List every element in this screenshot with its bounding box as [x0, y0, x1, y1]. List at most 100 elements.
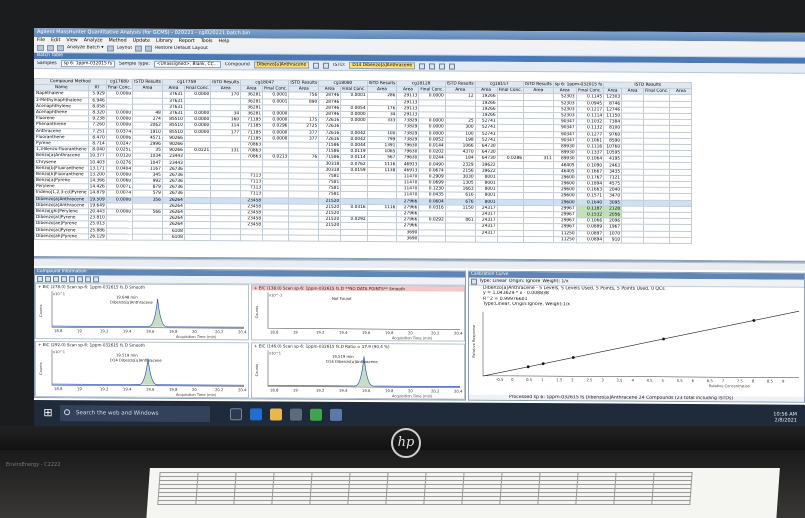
menu-item[interactable]: Method: [109, 37, 127, 44]
table-cell[interactable]: 11250: [553, 236, 577, 243]
eic-chart[interactable]: + EIC (146.0) Scan sp-6: 1ppm-032615 fs.…: [251, 342, 465, 400]
table-cell[interactable]: 13.171: [88, 165, 107, 172]
origin-select[interactable]: Origin: Ignore: [509, 279, 541, 285]
sample-type-select[interactable]: <Unassigned>, Blank, CC...: [153, 60, 221, 69]
table-cell[interactable]: 3690: [396, 235, 419, 242]
compound-name-cell[interactable]: Dibenzo[ah]Pyrene: [34, 233, 89, 240]
table-cell[interactable]: [643, 236, 670, 244]
menu-item[interactable]: View: [66, 37, 77, 44]
next-peak-icon[interactable]: [77, 275, 83, 282]
table-view-icon[interactable]: [419, 62, 426, 69]
group-header[interactable]: ISTD Results: [132, 79, 163, 86]
table-cell[interactable]: 10.377: [88, 153, 107, 160]
menu-item[interactable]: Edit: [51, 37, 60, 44]
table-cell[interactable]: 19.509: [88, 196, 107, 203]
task-view-icon[interactable]: [230, 408, 242, 421]
menu-item[interactable]: Help: [219, 38, 230, 45]
prev-icon[interactable]: [313, 62, 320, 69]
layout-button[interactable]: Layout: [117, 46, 133, 52]
chart-app-icon[interactable]: [310, 408, 322, 421]
cal-point[interactable]: [662, 337, 665, 341]
menu-item[interactable]: Tools: [201, 38, 213, 45]
autoscale-icon[interactable]: [53, 275, 59, 282]
table-cell[interactable]: [669, 237, 692, 244]
table-cell[interactable]: 14.879: [88, 190, 107, 197]
filter-icon[interactable]: [429, 62, 436, 69]
table-cell[interactable]: [418, 235, 446, 242]
menu-item[interactable]: File: [37, 37, 45, 44]
restore-layout-button[interactable]: Restore Default Layout: [155, 46, 208, 52]
zoom-out-icon[interactable]: [45, 275, 51, 282]
column-header[interactable]: Final Conc.: [643, 88, 670, 95]
group-header[interactable]: ISTD Results: [288, 80, 319, 87]
table-cell[interactable]: [240, 234, 263, 241]
table-cell[interactable]: 13.200: [88, 171, 107, 178]
integrate-icon[interactable]: [61, 275, 67, 282]
group-header[interactable]: ISTD Results: [367, 80, 397, 87]
eic-chart[interactable]: + EIC (138.0) Scan sp-6: 1ppm-032615 fs.…: [251, 284, 465, 342]
table-cell[interactable]: [621, 236, 644, 244]
flag-icon-2[interactable]: [449, 63, 456, 70]
taskbar-search[interactable]: Search the web and Windows: [60, 405, 210, 423]
menu-item[interactable]: Update: [133, 38, 150, 45]
column-header[interactable]: Final Conc.: [184, 85, 211, 92]
column-header[interactable]: Final Conc.: [576, 87, 604, 95]
cal-point[interactable]: [526, 365, 530, 369]
compound-name-cell[interactable]: Dibenzo[a]Anthracene: [34, 202, 89, 209]
file-explorer-icon[interactable]: [270, 408, 282, 421]
masshunter-app-icon[interactable]: [330, 408, 342, 421]
compound-name-cell[interactable]: Indeno[1,2,3-cd]Pyrene: [34, 189, 89, 197]
table-cell[interactable]: [262, 234, 289, 241]
table-cell[interactable]: [497, 236, 524, 243]
compound-name-cell[interactable]: Dibenzo[a]Anthracene: [34, 196, 89, 203]
cal-point[interactable]: [752, 319, 756, 322]
table-cell[interactable]: [288, 234, 319, 242]
table-cell[interactable]: 23.810: [88, 214, 107, 222]
compound-name-cell[interactable]: Benzo[b]Fluoranthene: [34, 165, 89, 172]
table-cell[interactable]: 12746: [603, 106, 622, 114]
column-header[interactable]: Final Conc.: [418, 87, 446, 94]
eic-chart[interactable]: + EIC (292.0) Scan sp-6: 1ppm-032615 fs.…: [35, 341, 249, 399]
table-cell[interactable]: [475, 235, 498, 243]
cal-point[interactable]: [571, 356, 575, 359]
layout-icon[interactable]: [106, 45, 114, 52]
table-cell[interactable]: 11150: [603, 112, 622, 120]
next-icon[interactable]: [323, 62, 330, 69]
menu-item[interactable]: Library: [156, 38, 173, 45]
group-header[interactable]: ISTD Results: [445, 81, 476, 88]
analyze-batch-button[interactable]: Analyze Batch ▾: [67, 45, 104, 51]
table-cell[interactable]: 10.403: [88, 159, 107, 166]
group-header[interactable]: ISTD Results: [523, 81, 554, 88]
overlay-icon[interactable]: [85, 275, 91, 282]
open-icon[interactable]: [37, 45, 44, 52]
grid-icon[interactable]: [135, 45, 143, 52]
samples-select[interactable]: sp 6: 1ppm-032015 fs: [60, 60, 115, 68]
eic-chart[interactable]: + EIC (278.0) Scan sp-6: 1ppm-032615 fs.…: [35, 283, 249, 341]
compound-name-cell[interactable]: 1,3-Benzo-fluoranthene: [34, 146, 89, 154]
print-icon[interactable]: [57, 45, 64, 52]
table-cell[interactable]: 10595: [603, 150, 622, 157]
table-cell[interactable]: [132, 233, 163, 241]
table-cell[interactable]: [106, 233, 133, 240]
table-cell[interactable]: 14.426: [88, 184, 107, 191]
menu-item[interactable]: Report: [179, 38, 195, 45]
group-header[interactable]: ISTD Results: [210, 79, 241, 86]
compound-select[interactable]: Dibenzo[a]Anthracene: [253, 61, 310, 69]
istd-select[interactable]: D14 Dibenzo[a]Anthracene: [349, 61, 416, 70]
table-cell[interactable]: [340, 235, 368, 242]
taskbar-clock[interactable]: 10:56 AM 2/8/2021: [773, 412, 797, 424]
store-icon[interactable]: [290, 408, 302, 421]
table-cell[interactable]: 14.366: [88, 177, 107, 185]
windows-start-icon[interactable]: ⊞: [40, 405, 56, 421]
table-cell[interactable]: 12303: [603, 94, 622, 101]
column-header[interactable]: Final Conc.: [262, 86, 289, 93]
zoom-in-icon[interactable]: [37, 275, 43, 282]
menu-item[interactable]: Analyze: [84, 37, 103, 44]
settings-icon[interactable]: [93, 275, 99, 282]
previous-peak-icon[interactable]: [69, 275, 75, 282]
table-cell[interactable]: 10760: [603, 143, 622, 151]
table-cell[interactable]: 26.129: [88, 233, 107, 240]
flag-icon[interactable]: [439, 62, 446, 70]
type-select[interactable]: Type: Linear: [479, 279, 507, 285]
table-cell[interactable]: 0.0894: [576, 236, 604, 243]
